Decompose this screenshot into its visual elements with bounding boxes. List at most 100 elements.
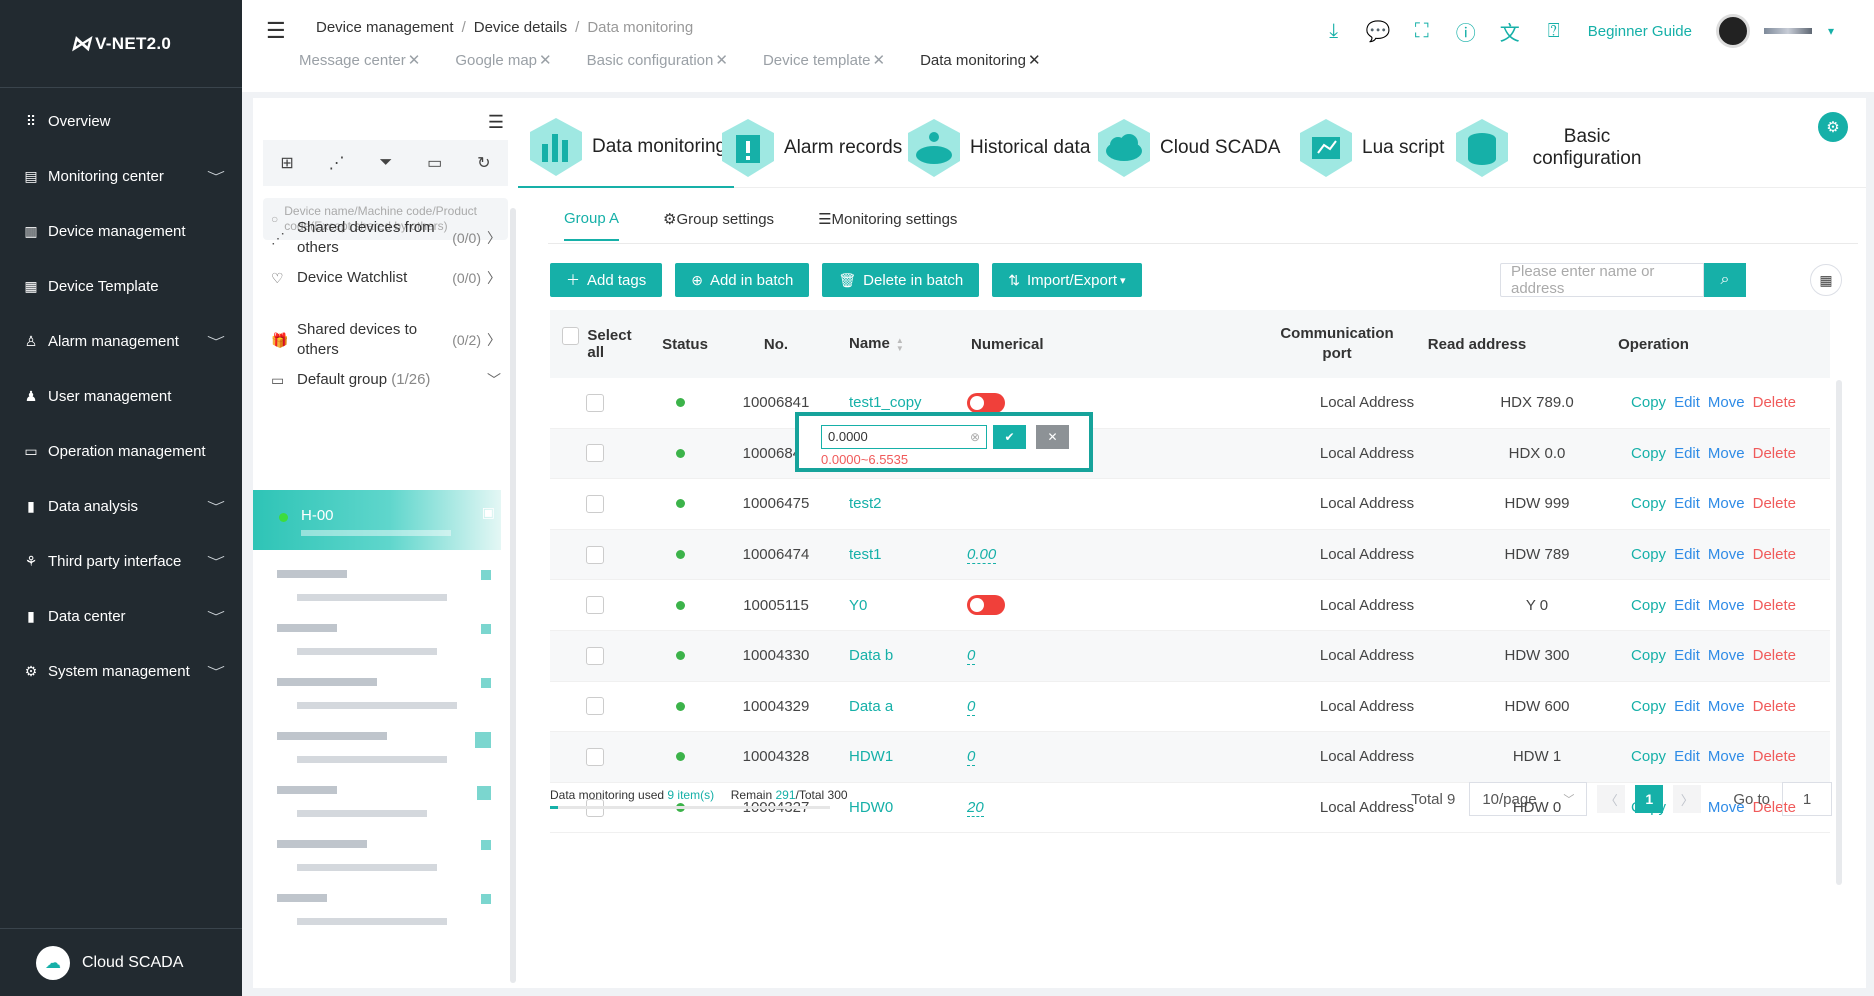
tag-search-input[interactable]: Please enter name or address [1500, 263, 1704, 297]
ftab-historical-data[interactable]: Historical data [904, 108, 1090, 188]
row-checkbox[interactable] [550, 697, 640, 716]
info-icon[interactable]: ⓘ [1454, 17, 1478, 46]
device-item-blurred[interactable] [277, 782, 497, 826]
device-item-blurred[interactable] [277, 620, 497, 664]
edit-link[interactable]: Edit [1674, 495, 1700, 512]
default-group[interactable]: ▭ Default group (1/26) ﹀ [271, 370, 501, 390]
breadcrumb-item[interactable]: Device management [316, 19, 454, 36]
prev-page-button[interactable]: 〈 [1597, 785, 1626, 813]
add-device-icon[interactable]: ⊞ [280, 153, 293, 173]
ftab-cloud-scada[interactable]: Cloud SCADA [1094, 108, 1280, 188]
help-icon[interactable]: ⍰ [1542, 20, 1566, 43]
row-checkbox[interactable] [550, 545, 640, 564]
import-export-button[interactable]: ⇅ Import/Export ▾ [992, 263, 1142, 297]
tab-group-settings[interactable]: ⚙Group settings [663, 210, 774, 241]
fullscreen-icon[interactable]: ⛶ [1410, 20, 1434, 43]
move-link[interactable]: Move [1708, 647, 1745, 664]
table-scrollbar[interactable] [1836, 380, 1842, 885]
row-checkbox[interactable] [550, 444, 640, 463]
beginner-guide-link[interactable]: Beginner Guide [1588, 23, 1692, 40]
panel-menu-icon[interactable]: ☰ [488, 112, 504, 133]
row-checkbox[interactable] [550, 596, 640, 615]
tab-group-a[interactable]: Group A [564, 210, 620, 241]
row-checkbox[interactable] [550, 747, 640, 766]
device-item-blurred[interactable] [277, 674, 497, 718]
tab-google-map[interactable]: Google map ✕ [455, 51, 551, 69]
tab-device-template[interactable]: Device template ✕ [763, 51, 885, 69]
move-link[interactable]: Move [1708, 495, 1745, 512]
add-in-batch-button[interactable]: ⊕ Add in batch [675, 263, 810, 297]
select-all-checkbox[interactable]: Select all [550, 327, 650, 361]
name-column-sort[interactable]: Name ▲ ▼ [832, 335, 957, 352]
shared-to-others[interactable]: 🎁 Shared devices to others (0/2) 〉 [271, 320, 501, 360]
confirm-button[interactable]: ✔ [993, 425, 1026, 449]
avatar[interactable] [1715, 14, 1750, 48]
delete-in-batch-button[interactable]: 🗑 Delete in batch [822, 263, 980, 297]
ftab-lua-script[interactable]: Lua script [1296, 108, 1444, 188]
device-item-blurred[interactable] [277, 890, 497, 934]
numerical-value[interactable]: 0 [967, 748, 976, 767]
move-link[interactable]: Move [1708, 698, 1745, 715]
sidebar-item-data-analysis[interactable]: ▮ Data analysis ﹀ [0, 479, 242, 534]
switch-toggle[interactable] [967, 392, 1005, 413]
copy-link[interactable]: Copy [1631, 748, 1666, 765]
sidebar-item-monitoring-center[interactable]: ▤ Monitoring center ﹀ [0, 149, 242, 204]
translate-icon[interactable]: 文 [1498, 17, 1522, 46]
shared-from-others[interactable]: ⋰ Shared devices from others (0/0) 〉 [271, 218, 501, 258]
delete-link[interactable]: Delete [1753, 698, 1796, 715]
chat-icon[interactable]: 💬 [1366, 19, 1391, 44]
copy-link[interactable]: Copy [1631, 445, 1666, 462]
tab-message-center[interactable]: Message center ✕ [299, 51, 420, 69]
move-link[interactable]: Move [1708, 597, 1745, 614]
numerical-value[interactable]: 20 [967, 799, 984, 818]
share-icon[interactable]: ⋰ [329, 153, 345, 173]
download-icon[interactable]: ⤓ [1322, 20, 1346, 43]
ftab-alarm-records[interactable]: Alarm records [718, 108, 902, 188]
search-button[interactable]: ⌕ [1704, 263, 1746, 297]
copy-link[interactable]: Copy [1631, 597, 1666, 614]
move-link[interactable]: Move [1708, 546, 1745, 563]
copy-link[interactable]: Copy [1631, 495, 1666, 512]
chevron-down-icon[interactable]: ▾ [1828, 24, 1834, 38]
sidebar-item-third-party-interface[interactable]: ⚘ Third party interface ﹀ [0, 534, 242, 589]
delete-link[interactable]: Delete [1753, 647, 1796, 664]
value-input[interactable]: 0.0000 ⊗ [821, 425, 987, 449]
panel-scrollbar[interactable] [510, 208, 516, 983]
delete-link[interactable]: Delete [1753, 445, 1796, 462]
sidebar-item-operation-management[interactable]: ▭ Operation management [0, 424, 242, 479]
row-checkbox[interactable] [550, 646, 640, 665]
edit-link[interactable]: Edit [1674, 698, 1700, 715]
move-link[interactable]: Move [1708, 394, 1745, 411]
breadcrumb-item[interactable]: Device details [474, 19, 567, 36]
edit-link[interactable]: Edit [1674, 546, 1700, 563]
copy-link[interactable]: Copy [1631, 698, 1666, 715]
device-item-blurred[interactable] [277, 566, 497, 610]
page-number[interactable]: 1 [1635, 785, 1664, 813]
refresh-icon[interactable]: ↻ [477, 153, 490, 173]
edit-link[interactable]: Edit [1674, 597, 1700, 614]
sidebar-item-device-management[interactable]: ▥ Device management [0, 204, 242, 259]
move-link[interactable]: Move [1708, 748, 1745, 765]
tag-name-link[interactable]: Data b [849, 647, 893, 664]
cancel-button[interactable]: ✕ [1036, 425, 1069, 449]
sidebar-item-overview[interactable]: ⠿ Overview [0, 94, 242, 149]
folder-icon[interactable]: ▭ [427, 153, 442, 173]
tag-name-link[interactable]: Y0 [849, 597, 867, 614]
copy-link[interactable]: Copy [1631, 546, 1666, 563]
copy-link[interactable]: Copy [1631, 394, 1666, 411]
edit-link[interactable]: Edit [1674, 445, 1700, 462]
menu-toggle-icon[interactable]: ☰ [266, 18, 286, 44]
calendar-icon[interactable]: ▣ [482, 504, 495, 521]
numerical-value[interactable]: 0.00 [967, 546, 997, 565]
tab-data-monitoring[interactable]: Data monitoring ✕ [920, 51, 1040, 69]
tab-monitoring-settings[interactable]: ☰Monitoring settings [818, 210, 957, 241]
sidebar-footer-cloud-scada[interactable]: ☁ Cloud SCADA [0, 928, 242, 996]
delete-link[interactable]: Delete [1753, 546, 1796, 563]
sidebar-item-device-template[interactable]: ▦ Device Template [0, 259, 242, 314]
sidebar-item-system-management[interactable]: ⚙ System management ﹀ [0, 644, 242, 699]
goto-page-input[interactable]: 1 [1782, 782, 1832, 816]
settings-gear-icon[interactable]: ⚙ [1818, 112, 1848, 142]
delete-link[interactable]: Delete [1753, 597, 1796, 614]
row-checkbox[interactable] [550, 494, 640, 513]
clear-icon[interactable]: ⊗ [970, 426, 980, 448]
